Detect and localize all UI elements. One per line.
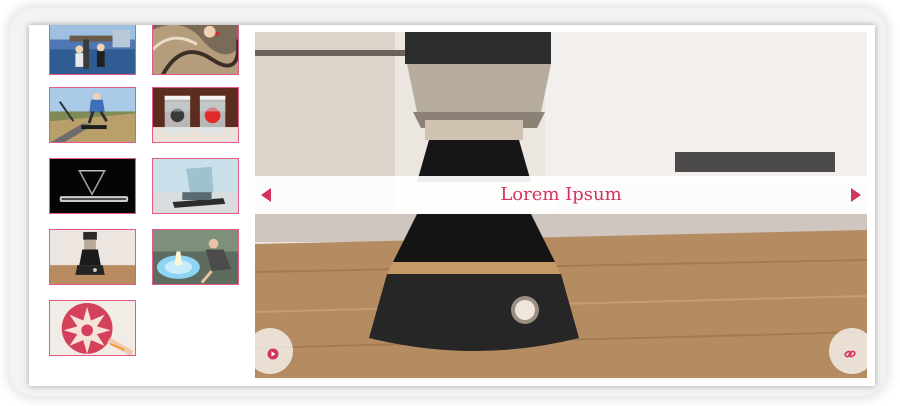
thumbnail-image: [153, 88, 238, 142]
thumbnail-item[interactable]: [152, 87, 239, 143]
link-icon: [844, 350, 856, 358]
thumbnail-item[interactable]: [49, 25, 136, 75]
thumbnail-image: [153, 159, 238, 213]
thumbnail-image: [50, 301, 135, 355]
gallery-card: Lorem Ipsum: [29, 25, 875, 386]
chevron-left-icon: [261, 188, 271, 202]
thumbnail-image: [153, 25, 238, 74]
slide-caption: Lorem Ipsum: [500, 184, 622, 205]
thumbnail-image: [50, 25, 135, 74]
thumbnail-item[interactable]: [49, 87, 136, 143]
thumbnail-item[interactable]: [152, 229, 239, 285]
main-image-viewer: Lorem Ipsum: [255, 32, 867, 378]
thumbnail-image: [50, 88, 135, 142]
thumbnail-item[interactable]: [49, 158, 136, 214]
thumbnail-strip: [29, 25, 259, 386]
thumbnail-item[interactable]: [152, 25, 239, 75]
chevron-right-icon: [851, 188, 861, 202]
thumbnail-item[interactable]: [152, 158, 239, 214]
caption-bar: Lorem Ipsum: [255, 176, 867, 214]
next-button[interactable]: [843, 176, 867, 214]
thumbnail-item[interactable]: [49, 229, 136, 285]
thumbnail-image: [50, 230, 135, 284]
link-button[interactable]: [829, 328, 867, 374]
thumbnail-item[interactable]: [49, 300, 136, 356]
thumbnail-image: [50, 159, 135, 213]
thumbnail-image: [153, 230, 238, 284]
prev-button[interactable]: [255, 176, 279, 214]
play-icon: [267, 348, 279, 360]
